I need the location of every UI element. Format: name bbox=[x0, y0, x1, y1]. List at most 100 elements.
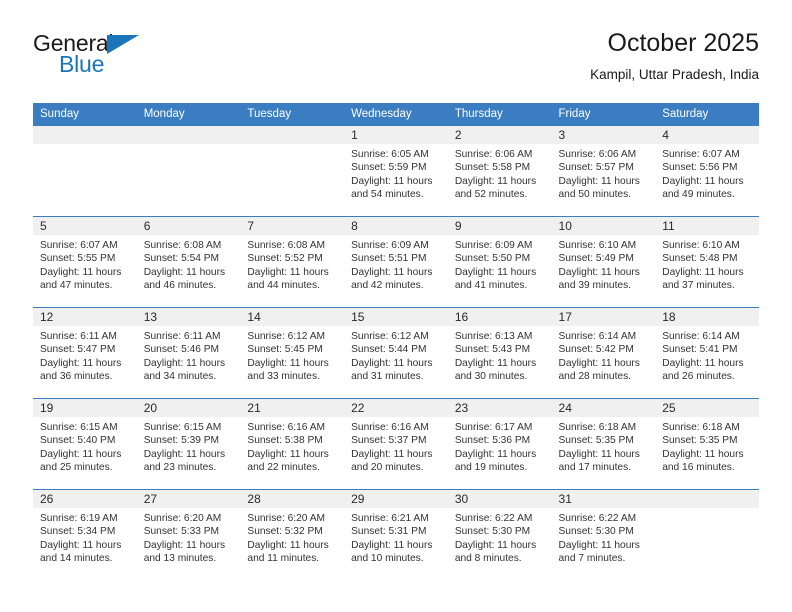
daylight-duration-line2: and 37 minutes. bbox=[662, 280, 735, 292]
day-number: 2 bbox=[447, 126, 552, 144]
daylight-duration-line2: and 10 minutes. bbox=[351, 553, 424, 565]
calendar-day-cell[interactable]: 2 Sunrise: 6:06 AM Sunset: 5:58 PM Daylight… bbox=[447, 126, 552, 217]
day-cell-inner: 24 Sunrise: 6:18 AM Sunset: 5:35 PM Dayligh… bbox=[551, 399, 656, 488]
calendar-day-cell[interactable]: 3 Sunrise: 6:06 AM Sunset: 5:57 PM Daylight… bbox=[551, 126, 656, 217]
calendar-day-cell[interactable]: 12 Sunrise: 6:11 AM Sunset: 5:47 PM Dayligh… bbox=[33, 307, 137, 399]
calendar-day-cell[interactable]: 30 Sunrise: 6:22 AM Sunset: 5:30 PM Dayligh… bbox=[447, 489, 552, 580]
calendar-day-cell bbox=[33, 126, 137, 217]
day-cell-inner: 31 Sunrise: 6:22 AM Sunset: 5:30 PM Dayligh… bbox=[551, 490, 656, 579]
day-details: Sunrise: 6:15 AM Sunset: 5:39 PM Daylight:… bbox=[137, 417, 241, 475]
daylight-duration-line2: and 14 minutes. bbox=[40, 553, 113, 565]
sunset-time: Sunset: 5:30 PM bbox=[454, 526, 531, 538]
month-calendar: Sunday Monday Tuesday Wednesday Thursday… bbox=[33, 103, 759, 580]
calendar-day-cell[interactable]: 22 Sunrise: 6:16 AM Sunset: 5:37 PM Dayligh… bbox=[344, 398, 448, 490]
daylight-duration-line1: Daylight: 11 hours bbox=[558, 357, 640, 369]
calendar-day-cell[interactable]: 16 Sunrise: 6:13 AM Sunset: 5:43 PM Dayligh… bbox=[447, 307, 552, 399]
calendar-body: 1 Sunrise: 6:05 AM Sunset: 5:59 PM Daylight… bbox=[33, 126, 759, 580]
day-details: Sunrise: 6:09 AM Sunset: 5:51 PM Daylight:… bbox=[344, 235, 448, 293]
calendar-day-cell[interactable]: 19 Sunrise: 6:15 AM Sunset: 5:40 PM Dayligh… bbox=[33, 398, 137, 490]
day-number bbox=[240, 126, 345, 144]
day-cell-inner: 19 Sunrise: 6:15 AM Sunset: 5:40 PM Dayligh… bbox=[33, 399, 137, 488]
sunrise-time: Sunrise: 6:08 AM bbox=[247, 240, 325, 251]
day-number: 1 bbox=[344, 126, 448, 144]
daylight-duration-line2: and 54 minutes. bbox=[351, 189, 424, 201]
daylight-duration-line2: and 17 minutes. bbox=[558, 462, 632, 474]
sunrise-time: Sunrise: 6:17 AM bbox=[454, 422, 533, 433]
sunrise-time: Sunrise: 6:09 AM bbox=[454, 240, 533, 251]
calendar-day-cell[interactable]: 27 Sunrise: 6:20 AM Sunset: 5:33 PM Dayligh… bbox=[136, 489, 241, 580]
day-cell-inner: 14 Sunrise: 6:12 AM Sunset: 5:45 PM Dayligh… bbox=[240, 308, 345, 397]
calendar-day-cell[interactable]: 15 Sunrise: 6:12 AM Sunset: 5:44 PM Dayligh… bbox=[344, 307, 448, 399]
daylight-duration-line2: and 23 minutes. bbox=[143, 462, 217, 474]
daylight-duration-line2: and 25 minutes. bbox=[40, 462, 113, 474]
logo-text-blue: Blue bbox=[59, 51, 105, 77]
calendar-day-cell[interactable]: 8 Sunrise: 6:09 AM Sunset: 5:51 PM Daylight… bbox=[344, 216, 448, 308]
sunset-time: Sunset: 5:55 PM bbox=[40, 253, 116, 265]
daylight-duration-line2: and 36 minutes. bbox=[40, 371, 113, 383]
day-number: 27 bbox=[136, 490, 241, 508]
calendar-day-cell[interactable]: 29 Sunrise: 6:21 AM Sunset: 5:31 PM Dayligh… bbox=[344, 489, 448, 580]
general-blue-logo[interactable]: General Blue bbox=[33, 32, 183, 88]
sunrise-time: Sunrise: 6:12 AM bbox=[247, 331, 325, 342]
day-number: 12 bbox=[33, 308, 137, 326]
day-cell-inner: 20 Sunrise: 6:15 AM Sunset: 5:39 PM Dayligh… bbox=[136, 399, 241, 488]
calendar-day-cell[interactable]: 5 Sunrise: 6:07 AM Sunset: 5:55 PM Daylight… bbox=[33, 216, 137, 308]
weekday-header-saturday: Saturday bbox=[655, 103, 759, 126]
day-cell-inner: 1 Sunrise: 6:05 AM Sunset: 5:59 PM Daylight… bbox=[344, 126, 448, 215]
weekday-header-tuesday: Tuesday bbox=[240, 103, 345, 126]
calendar-page: General Blue October 2025 Kampil, Uttar … bbox=[0, 0, 792, 612]
day-cell-inner: 28 Sunrise: 6:20 AM Sunset: 5:32 PM Dayligh… bbox=[240, 490, 345, 579]
calendar-day-cell[interactable]: 18 Sunrise: 6:14 AM Sunset: 5:41 PM Dayligh… bbox=[655, 307, 759, 399]
daylight-duration-line1: Daylight: 11 hours bbox=[558, 448, 640, 460]
daylight-duration-line2: and 50 minutes. bbox=[558, 189, 632, 201]
calendar-day-cell[interactable]: 20 Sunrise: 6:15 AM Sunset: 5:39 PM Dayligh… bbox=[136, 398, 241, 490]
calendar-day-cell[interactable]: 26 Sunrise: 6:19 AM Sunset: 5:34 PM Dayligh… bbox=[33, 489, 137, 580]
day-details: Sunrise: 6:06 AM Sunset: 5:58 PM Daylight:… bbox=[448, 144, 552, 202]
sunset-time: Sunset: 5:36 PM bbox=[454, 435, 531, 447]
calendar-day-cell[interactable]: 1 Sunrise: 6:05 AM Sunset: 5:59 PM Daylight… bbox=[344, 126, 448, 217]
calendar-day-cell[interactable]: 24 Sunrise: 6:18 AM Sunset: 5:35 PM Dayligh… bbox=[551, 398, 656, 490]
calendar-day-cell[interactable]: 10 Sunrise: 6:10 AM Sunset: 5:49 PM Dayligh… bbox=[551, 216, 656, 308]
daylight-duration-line1: Daylight: 11 hours bbox=[558, 175, 640, 187]
day-cell-inner: 7 Sunrise: 6:08 AM Sunset: 5:52 PM Daylight… bbox=[240, 217, 345, 306]
daylight-duration-line2: and 52 minutes. bbox=[454, 189, 528, 201]
calendar-day-cell[interactable]: 11 Sunrise: 6:10 AM Sunset: 5:48 PM Dayligh… bbox=[655, 216, 759, 308]
sunset-time: Sunset: 5:48 PM bbox=[662, 253, 738, 265]
day-details: Sunrise: 6:08 AM Sunset: 5:54 PM Daylight:… bbox=[137, 235, 241, 293]
daylight-duration-line1: Daylight: 11 hours bbox=[454, 175, 537, 187]
calendar-day-cell[interactable]: 14 Sunrise: 6:12 AM Sunset: 5:45 PM Dayligh… bbox=[240, 307, 345, 399]
sunset-time: Sunset: 5:52 PM bbox=[247, 253, 323, 265]
calendar-header: Sunday Monday Tuesday Wednesday Thursday… bbox=[33, 103, 759, 126]
day-number: 11 bbox=[655, 217, 759, 235]
sunset-time: Sunset: 5:37 PM bbox=[351, 435, 427, 447]
calendar-day-cell[interactable]: 28 Sunrise: 6:20 AM Sunset: 5:32 PM Dayligh… bbox=[240, 489, 345, 580]
daylight-duration-line1: Daylight: 11 hours bbox=[558, 539, 640, 551]
sunrise-time: Sunrise: 6:18 AM bbox=[558, 422, 637, 433]
calendar-day-cell[interactable]: 25 Sunrise: 6:18 AM Sunset: 5:35 PM Dayligh… bbox=[655, 398, 759, 490]
day-details: Sunrise: 6:14 AM Sunset: 5:42 PM Daylight:… bbox=[552, 326, 656, 384]
calendar-day-cell[interactable]: 23 Sunrise: 6:17 AM Sunset: 5:36 PM Dayligh… bbox=[447, 398, 552, 490]
day-number: 7 bbox=[240, 217, 345, 235]
calendar-day-cell[interactable]: 13 Sunrise: 6:11 AM Sunset: 5:46 PM Dayligh… bbox=[136, 307, 241, 399]
calendar-day-cell[interactable]: 21 Sunrise: 6:16 AM Sunset: 5:38 PM Dayligh… bbox=[240, 398, 345, 490]
calendar-day-cell[interactable]: 7 Sunrise: 6:08 AM Sunset: 5:52 PM Daylight… bbox=[240, 216, 345, 308]
day-cell-inner: 23 Sunrise: 6:17 AM Sunset: 5:36 PM Dayligh… bbox=[447, 399, 552, 488]
daylight-duration-line1: Daylight: 11 hours bbox=[662, 175, 744, 187]
calendar-day-cell[interactable]: 9 Sunrise: 6:09 AM Sunset: 5:50 PM Daylight… bbox=[447, 216, 552, 308]
day-number: 31 bbox=[551, 490, 656, 508]
day-number: 16 bbox=[447, 308, 552, 326]
sunset-time: Sunset: 5:56 PM bbox=[662, 162, 738, 174]
daylight-duration-line1: Daylight: 11 hours bbox=[40, 357, 122, 369]
daylight-duration-line1: Daylight: 11 hours bbox=[40, 266, 122, 278]
calendar-day-cell[interactable]: 6 Sunrise: 6:08 AM Sunset: 5:54 PM Daylight… bbox=[136, 216, 241, 308]
day-cell-inner: 25 Sunrise: 6:18 AM Sunset: 5:35 PM Dayligh… bbox=[655, 399, 759, 488]
calendar-day-cell[interactable]: 4 Sunrise: 6:07 AM Sunset: 5:56 PM Daylight… bbox=[655, 126, 759, 217]
daylight-duration-line2: and 8 minutes. bbox=[454, 553, 522, 565]
sunrise-time: Sunrise: 6:22 AM bbox=[454, 513, 533, 524]
calendar-day-cell[interactable]: 17 Sunrise: 6:14 AM Sunset: 5:42 PM Dayligh… bbox=[551, 307, 656, 399]
daylight-duration-line1: Daylight: 11 hours bbox=[662, 448, 744, 460]
sunset-time: Sunset: 5:54 PM bbox=[143, 253, 220, 265]
calendar-day-cell[interactable]: 31 Sunrise: 6:22 AM Sunset: 5:30 PM Dayligh… bbox=[551, 489, 656, 580]
daylight-duration-line1: Daylight: 11 hours bbox=[454, 357, 537, 369]
sunset-time: Sunset: 5:33 PM bbox=[143, 526, 220, 538]
